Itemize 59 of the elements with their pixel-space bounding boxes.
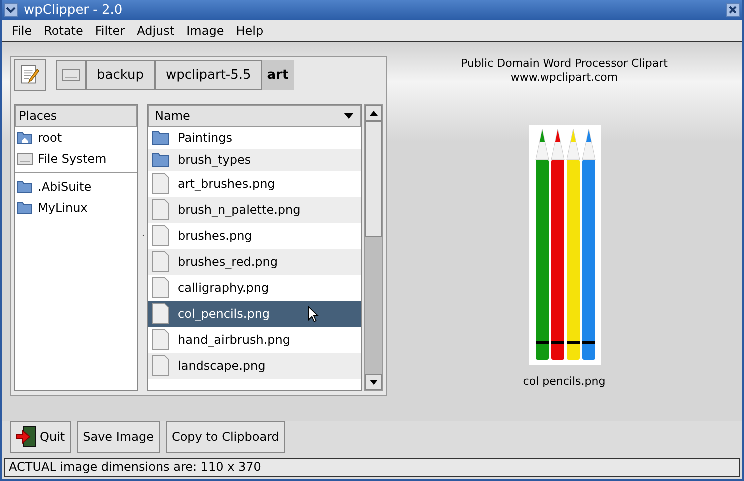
window-menu-icon[interactable] bbox=[4, 3, 18, 17]
home-folder-icon bbox=[17, 130, 33, 144]
menu-item[interactable]: Help bbox=[236, 24, 264, 38]
file-row[interactable]: calligraphy.png bbox=[148, 275, 361, 301]
menu-item[interactable]: Filter bbox=[95, 24, 126, 38]
file-icon bbox=[152, 251, 170, 273]
folder-icon bbox=[152, 130, 170, 146]
action-button[interactable]: Save Image bbox=[77, 421, 160, 453]
file-row[interactable]: art_brushes.png bbox=[148, 171, 361, 197]
folder-icon bbox=[17, 180, 33, 194]
file-row[interactable]: landscape.png bbox=[148, 353, 361, 379]
preview-caption: col pencils.png bbox=[523, 375, 606, 388]
menu-item[interactable]: Rotate bbox=[44, 24, 84, 38]
file-icon bbox=[152, 303, 170, 325]
scrollbar[interactable] bbox=[364, 104, 383, 391]
file-row[interactable]: brush_types bbox=[148, 149, 361, 171]
file-row[interactable]: Paintings bbox=[148, 127, 361, 149]
file-row[interactable]: brush_n_palette.png bbox=[148, 197, 361, 223]
scroll-up-icon[interactable] bbox=[370, 110, 378, 116]
file-icon bbox=[152, 225, 170, 247]
edit-button[interactable] bbox=[14, 59, 46, 91]
file-row[interactable]: hand_airbrush.png bbox=[148, 327, 361, 353]
status-bar: ACTUAL image dimensions are: 110 x 370 bbox=[4, 458, 740, 477]
quit-button[interactable]: Quit bbox=[10, 421, 72, 453]
preview-url: www.wpclipart.com bbox=[510, 71, 618, 85]
action-button[interactable]: Copy to Clipboard bbox=[166, 421, 286, 453]
file-row[interactable]: col_pencils.png bbox=[148, 301, 361, 327]
window-title: wpClipper - 2.0 bbox=[24, 2, 124, 18]
file-row[interactable]: brushes_red.png bbox=[148, 249, 361, 275]
scroll-down-icon[interactable] bbox=[370, 380, 378, 384]
preview-heading: Public Domain Word Processor Clipart bbox=[461, 57, 668, 71]
places-item[interactable]: MyLinux bbox=[15, 197, 137, 218]
drive-button[interactable] bbox=[56, 60, 86, 90]
mouse-pointer-icon bbox=[308, 306, 319, 323]
file-icon bbox=[152, 355, 170, 377]
places-item[interactable]: .AbiSuite bbox=[15, 176, 137, 197]
menu-item[interactable]: File bbox=[12, 24, 32, 38]
drive-icon bbox=[17, 152, 33, 166]
path-button[interactable]: wpclipart-5.5 bbox=[155, 60, 262, 90]
file-icon bbox=[152, 277, 170, 299]
file-icon bbox=[152, 199, 170, 221]
folder-icon bbox=[152, 152, 170, 168]
file-row[interactable]: brushes.png bbox=[148, 223, 361, 249]
path-button[interactable]: backup bbox=[86, 60, 155, 90]
menu-item[interactable]: Image bbox=[186, 24, 224, 38]
menu-item[interactable]: Adjust bbox=[137, 24, 175, 38]
path-button[interactable]: art bbox=[262, 60, 294, 90]
drive-icon bbox=[62, 68, 80, 82]
places-item[interactable]: root bbox=[15, 127, 137, 148]
places-header[interactable]: Places bbox=[15, 105, 137, 127]
close-icon[interactable] bbox=[726, 3, 740, 17]
folder-icon bbox=[17, 200, 33, 214]
file-icon bbox=[152, 329, 170, 351]
file-icon bbox=[152, 173, 170, 195]
exit-door-icon bbox=[16, 426, 38, 448]
notepad-pencil-icon bbox=[19, 64, 41, 86]
sort-arrow-icon bbox=[344, 113, 354, 119]
name-column-header[interactable]: Name bbox=[148, 105, 361, 127]
places-item[interactable]: File System bbox=[15, 148, 137, 169]
